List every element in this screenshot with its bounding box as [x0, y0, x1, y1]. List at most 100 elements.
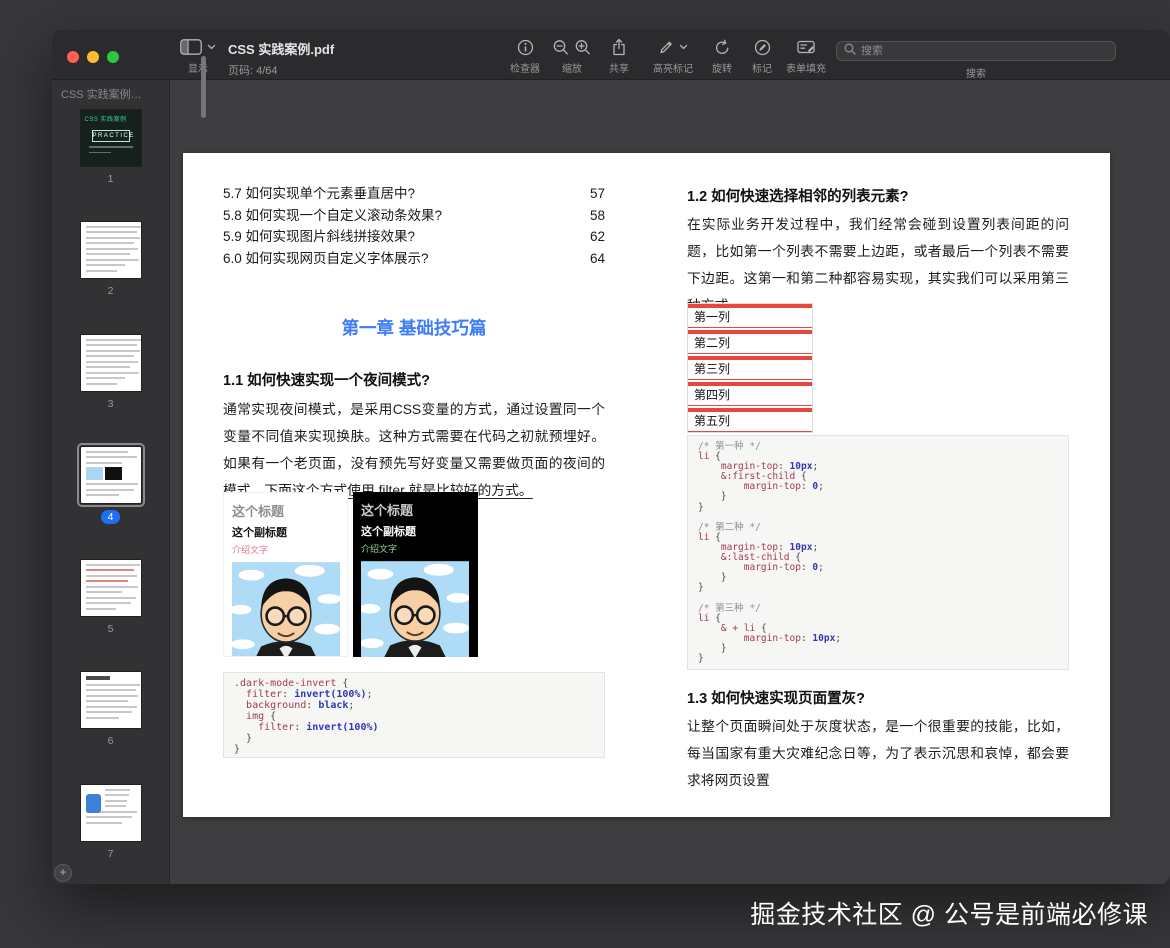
- thumbnail-image[interactable]: [81, 335, 141, 391]
- sidebar-document-name: CSS 实践案例…: [61, 86, 159, 102]
- highlight-button[interactable]: 高亮标记: [653, 38, 693, 75]
- pdf-viewport[interactable]: 5.7 如何实现单个元素垂直居中?575.8 如何实现一个自定义滚动条效果?58…: [170, 80, 1170, 884]
- code-line: filter: invert(100%): [234, 722, 594, 733]
- pdf-page: 5.7 如何实现单个元素垂直居中?575.8 如何实现一个自定义滚动条效果?58…: [183, 153, 1110, 817]
- thumbnail-number: 1: [108, 173, 114, 185]
- search-input[interactable]: [861, 45, 1108, 57]
- sidebar-scrollbar[interactable]: [201, 56, 206, 118]
- markup-label: 标记: [752, 60, 772, 75]
- avatar-illustration: [361, 561, 469, 657]
- thumbnail-number: 6: [108, 735, 114, 747]
- share-label: 共享: [609, 60, 629, 75]
- markup-button[interactable]: 标记: [752, 38, 772, 75]
- list-demo-row: 第三列: [688, 356, 812, 380]
- toc-row[interactable]: 6.0 如何实现网页自定义字体展示?64: [223, 248, 605, 270]
- sidebar-panel-icon: [180, 39, 202, 55]
- toc-row[interactable]: 5.7 如何实现单个元素垂直居中?57: [223, 183, 605, 205]
- code-line: }: [234, 744, 594, 755]
- inspector-label: 检查器: [510, 60, 540, 75]
- code-line: margin-top: 10px;: [698, 634, 1058, 644]
- section-1-3-paragraph: 让整个页面瞬间处于灰度状态，是一个很重要的技能，比如，每当国家有重大灾难纪念日等…: [687, 713, 1069, 794]
- dark-mode-demo-images: 这个标题 这个副标题 介绍文字: [223, 492, 478, 657]
- list-demo-row: 第一列: [688, 304, 812, 328]
- demo-card-title: 这个标题: [232, 501, 339, 520]
- chapter-heading: 第一章 基础技巧篇: [223, 315, 605, 340]
- section-1-3-title: 1.3 如何快速实现页面置灰?: [687, 687, 1069, 708]
- code-block-list: /* 第一种 */li { margin-top: 10px; &:first-…: [687, 435, 1069, 670]
- form-fill-label: 表单填充: [786, 60, 826, 75]
- list-demo-row: 第四列: [688, 382, 812, 406]
- code-line: }: [698, 573, 1058, 583]
- list-demo-row: 第二列: [688, 330, 812, 354]
- thumbnail-image[interactable]: [81, 447, 141, 503]
- highlighter-icon: [658, 39, 674, 55]
- code-line: }: [698, 503, 1058, 513]
- inspector-button[interactable]: 检查器: [510, 38, 540, 75]
- fullscreen-button[interactable]: [107, 51, 119, 63]
- demo-card-subtitle: 这个副标题: [232, 524, 339, 540]
- section-1-2-title: 1.2 如何快速选择相邻的列表元素?: [687, 185, 1069, 206]
- zoom-out-icon[interactable]: [553, 39, 570, 56]
- titlebar: 显示 CSS 实践案例.pdf 页码: 4/64 检查器: [52, 30, 1170, 80]
- thumbnail-page-5[interactable]: 5: [52, 560, 169, 635]
- demo-card-title: 这个标题: [361, 500, 470, 519]
- section-1-1-paragraph: 通常实现夜间模式，是采用CSS变量的方式，通过设置同一个变量不同值来实现换肤。这…: [223, 396, 605, 504]
- thumbnail-page-6[interactable]: 6: [52, 672, 169, 747]
- minimize-button[interactable]: [87, 51, 99, 63]
- form-fill-button[interactable]: 表单填充: [786, 38, 826, 75]
- thumbnail-number: 3: [108, 398, 114, 410]
- thumbnail-page-1[interactable]: CSS 实践案例PRACTICE 1: [52, 110, 169, 185]
- search-icon: [844, 42, 856, 60]
- demo-card-caption: 介绍文字: [232, 543, 339, 556]
- highlight-label: 高亮标记: [653, 60, 693, 75]
- rotate-label: 旋转: [712, 60, 732, 75]
- search-field[interactable]: [836, 41, 1116, 61]
- thumbnail-page-2[interactable]: 2: [52, 222, 169, 297]
- toc-row[interactable]: 5.8 如何实现一个自定义滚动条效果?58: [223, 205, 605, 227]
- code-line: }: [698, 654, 1058, 664]
- thumbnail-image[interactable]: CSS 实践案例PRACTICE: [81, 110, 141, 166]
- code-line: .dark-mode-invert {: [234, 678, 594, 689]
- code-line: margin-top: 0;: [698, 482, 1058, 492]
- rotate-icon: [714, 39, 731, 56]
- toc-row[interactable]: 5.9 如何实现图片斜线拼接效果?62: [223, 226, 605, 248]
- thumbnail-image[interactable]: [81, 560, 141, 616]
- search-label: 搜索: [966, 65, 986, 80]
- markup-pen-icon: [754, 39, 771, 56]
- demo-card-caption: 介绍文字: [361, 542, 470, 555]
- thumbnail-page-3[interactable]: 3: [52, 335, 169, 410]
- share-icon: [611, 38, 627, 56]
- demo-card-light: 这个标题 这个副标题 介绍文字: [223, 492, 348, 657]
- form-fill-icon: [797, 39, 816, 55]
- thumbnail-image[interactable]: [81, 222, 141, 278]
- info-icon: [517, 39, 534, 56]
- title-block: CSS 实践案例.pdf 页码: 4/64: [228, 39, 334, 78]
- document-title: CSS 实践案例.pdf: [228, 39, 334, 58]
- preview-window: 显示 CSS 实践案例.pdf 页码: 4/64 检查器: [52, 30, 1170, 884]
- code-line: }: [698, 583, 1058, 593]
- share-button[interactable]: 共享: [609, 38, 629, 75]
- thumbnail-page-4[interactable]: 4: [52, 447, 169, 524]
- thumbnail-number: 2: [108, 285, 114, 297]
- rotate-button[interactable]: 旋转: [712, 38, 732, 75]
- thumbnail-sidebar: CSS 实践案例… CSS 实践案例PRACTICE 1 2 3 4 5 6 7: [52, 80, 170, 884]
- list-spacing-demo: 第一列第二列第三列第四列第五列: [687, 303, 813, 433]
- thumbnail-image[interactable]: [81, 672, 141, 728]
- watermark: 掘金技术社区 @ 公号是前端必修课: [750, 895, 1148, 931]
- zoom-label: 缩放: [562, 60, 582, 75]
- sidebar-zoom-button[interactable]: +: [54, 864, 72, 882]
- sidebar-toggle-button[interactable]: 显示: [180, 38, 216, 75]
- zoom-buttons[interactable]: 缩放: [553, 38, 592, 75]
- chevron-down-icon[interactable]: [679, 44, 688, 50]
- toc: 5.7 如何实现单个元素垂直居中?575.8 如何实现一个自定义滚动条效果?58…: [223, 183, 605, 269]
- list-demo-row: 第五列: [688, 408, 812, 432]
- code-block-dark-mode: .dark-mode-invert { filter: invert(100%)…: [223, 672, 605, 758]
- toc-page-number: 62: [590, 226, 605, 248]
- thumbnail-image[interactable]: [81, 785, 141, 841]
- toc-page-number: 64: [590, 248, 605, 270]
- thumbnail-page-7[interactable]: 7: [52, 785, 169, 860]
- zoom-in-icon[interactable]: [575, 39, 592, 56]
- toc-page-number: 58: [590, 205, 605, 227]
- close-button[interactable]: [67, 51, 79, 63]
- thumbnail-number: 7: [108, 848, 114, 860]
